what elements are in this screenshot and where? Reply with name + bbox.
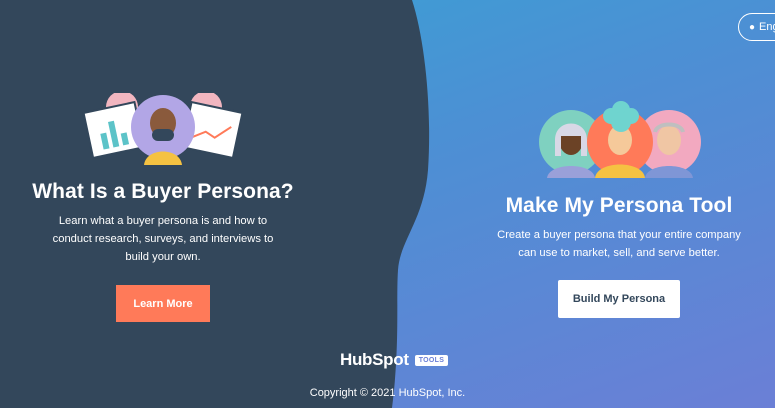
copyright-text: Copyright © 2021 HubSpot, Inc. (309, 387, 466, 399)
description-line: build your own. (125, 251, 201, 263)
description-line: conduct research, surveys, and interview… (52, 233, 274, 245)
learn-more-button[interactable]: Learn More (116, 285, 210, 322)
right-panel-description: Create a buyer persona that your entire … (452, 226, 775, 262)
description-line: Learn what a buyer persona is and how to (58, 215, 268, 227)
build-my-persona-button[interactable]: Build My Persona (558, 280, 680, 318)
language-label: Eng (759, 21, 775, 33)
left-panel-title: What Is a Buyer Persona? (32, 180, 294, 203)
description-line: Create a buyer persona that your entire … (497, 229, 741, 241)
hubspot-logo[interactable]: HubSpot TOOLS (340, 350, 449, 370)
globe-icon: ● (749, 21, 756, 33)
language-selector-button[interactable]: ● Eng (738, 13, 775, 41)
persona-analytics-illustration (82, 93, 244, 165)
right-panel-title: Make My Persona Tool (505, 194, 733, 217)
hubspot-wordmark: HubSpot (340, 350, 409, 369)
persona-group-illustration (539, 101, 701, 178)
description-line: can use to market, sell, and serve bette… (518, 247, 720, 259)
left-panel-description: Learn what a buyer persona is and how to… (0, 212, 326, 266)
tools-badge: TOOLS (414, 354, 449, 366)
